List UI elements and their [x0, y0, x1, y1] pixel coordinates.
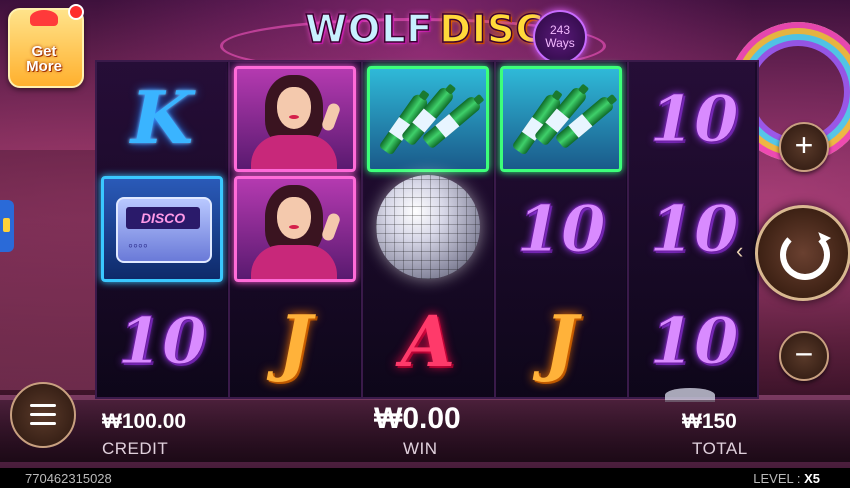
menu-button[interactable]: [10, 382, 76, 448]
win-label: WIN: [403, 439, 438, 458]
symbol-ten-text: 10: [649, 81, 739, 157]
reel-grid: K DISCO ◦◦◦◦ 10 J A 10 J 10 10 10: [95, 60, 759, 399]
bottles-frame: [367, 66, 489, 172]
left-stage-decoration: [0, 150, 95, 390]
menu-icon-bar: [30, 404, 56, 407]
symbol-ten-text: 10: [649, 303, 739, 379]
credit-label: CREDIT: [102, 439, 169, 458]
symbol-bottles: [367, 66, 489, 172]
symbol-a: A: [367, 288, 489, 394]
reel-1: K DISCO ◦◦◦◦ 10: [97, 62, 227, 397]
notification-dot: [68, 4, 84, 20]
symbol-j-text: J: [543, 298, 579, 384]
level-value: X5: [804, 471, 820, 486]
decrease-bet-button[interactable]: −: [779, 331, 829, 381]
singer-lips: [289, 115, 299, 119]
side-drawer-tab[interactable]: [0, 200, 14, 252]
singer-lips: [289, 225, 299, 229]
round-id: 770462315028: [25, 471, 112, 486]
win-value: ₩0.00: [374, 402, 461, 435]
symbol-singer: [234, 176, 356, 282]
symbol-ten: 10: [101, 288, 223, 394]
disco-ball-icon: [376, 175, 480, 279]
total-bet-label: TOTAL: [692, 439, 748, 458]
singer-frame: [234, 66, 356, 172]
pager-frame: DISCO ◦◦◦◦: [101, 176, 223, 282]
pager-icon: DISCO ◦◦◦◦: [116, 197, 212, 263]
spin-button[interactable]: [755, 205, 850, 301]
total-bet-value: ₩150: [682, 410, 737, 433]
logo-wolf-text: WOLF: [304, 6, 434, 52]
status-bar: 770462315028 LEVEL : X5: [0, 468, 850, 488]
symbol-j: J: [500, 288, 622, 394]
symbol-singer: [234, 66, 356, 172]
menu-icon-bar: [30, 422, 56, 425]
menu-icon-bar: [30, 413, 56, 416]
credit-value: ₩100.00: [102, 410, 187, 433]
level-indicator: LEVEL : X5: [753, 471, 820, 486]
bottles-frame: [500, 66, 622, 172]
symbol-ten-text: 10: [649, 191, 739, 267]
singer-hand: [320, 211, 342, 243]
pager-screen-text: DISCO: [126, 207, 200, 229]
increase-bet-button[interactable]: +: [779, 122, 829, 172]
ways-badge: 243 Ways: [533, 10, 587, 64]
pager-buttons: ◦◦◦◦: [128, 237, 148, 253]
reel-4: 10 J: [496, 62, 626, 397]
chevron-left-icon[interactable]: ‹: [736, 238, 743, 264]
get-more-label: Get More: [8, 44, 80, 74]
level-label: LEVEL :: [753, 471, 801, 486]
symbol-ten: 10: [633, 288, 755, 394]
symbol-k: K: [101, 64, 223, 170]
reel-3: A: [363, 62, 493, 397]
symbol-k-text: K: [130, 74, 194, 160]
singer-frame: [234, 176, 356, 282]
reel-2: J: [230, 62, 360, 397]
get-more-button[interactable]: Get More: [8, 4, 84, 88]
symbol-pager: DISCO ◦◦◦◦: [101, 176, 223, 282]
symbol-bottles: [500, 66, 622, 172]
get-more-line2: More: [26, 58, 62, 75]
symbol-ten: 10: [633, 176, 755, 282]
symbol-j: J: [234, 288, 356, 394]
symbol-ten: 10: [633, 66, 755, 172]
symbol-ten: 10: [500, 176, 622, 282]
spin-arrow-icon: [780, 230, 830, 280]
ways-label: Ways: [545, 36, 575, 50]
reel-5: 10 10 10: [629, 62, 755, 397]
singer-body: [251, 135, 337, 169]
symbol-disco-ball: [367, 174, 489, 280]
symbol-ten-text: 10: [516, 191, 606, 267]
symbol-j-text: J: [277, 298, 313, 384]
gift-bow-icon: [30, 10, 58, 26]
singer-face: [277, 197, 311, 239]
symbol-ten-text: 10: [117, 303, 207, 379]
symbol-a-text: A: [400, 299, 456, 383]
singer-face: [277, 87, 311, 129]
singer-body: [251, 245, 337, 279]
singer-hand: [320, 101, 342, 133]
